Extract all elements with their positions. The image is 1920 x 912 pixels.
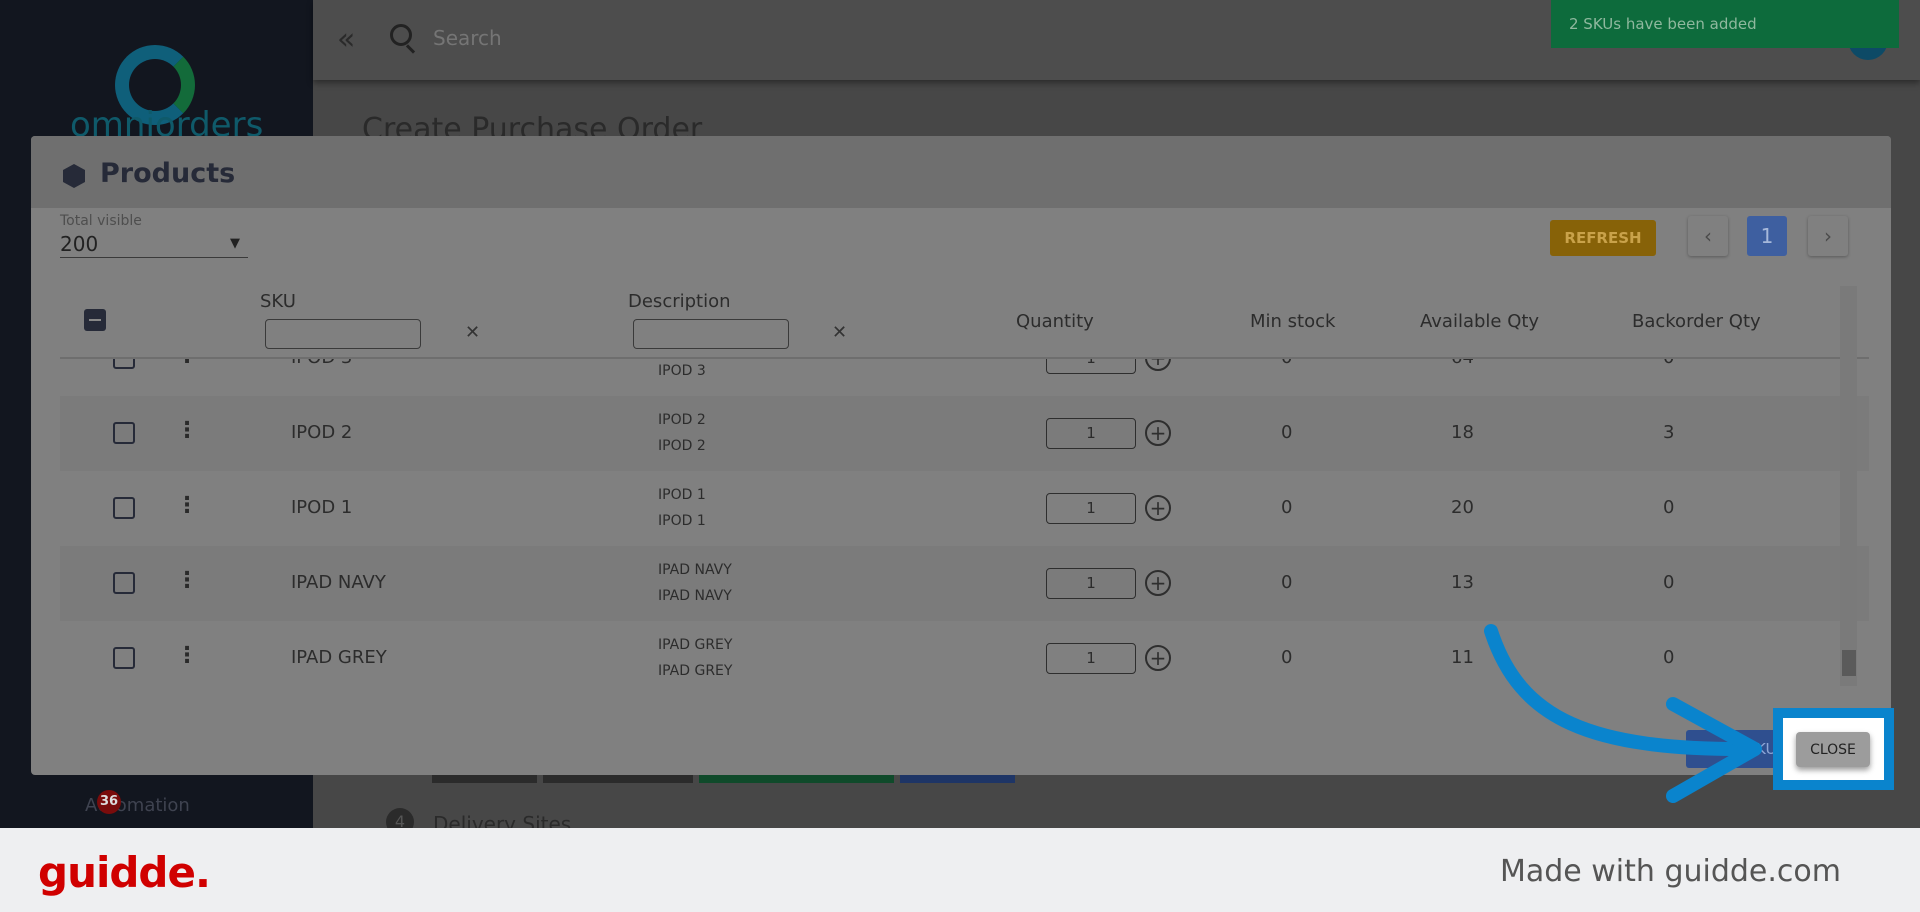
guidde-logo: guidde.: [38, 848, 211, 897]
made-with-text: Made with guidde.com: [1499, 854, 1841, 889]
guide-arrow-icon: [1484, 624, 1762, 803]
footer-bar: guidde. Made with guidde.com: [0, 828, 1920, 912]
